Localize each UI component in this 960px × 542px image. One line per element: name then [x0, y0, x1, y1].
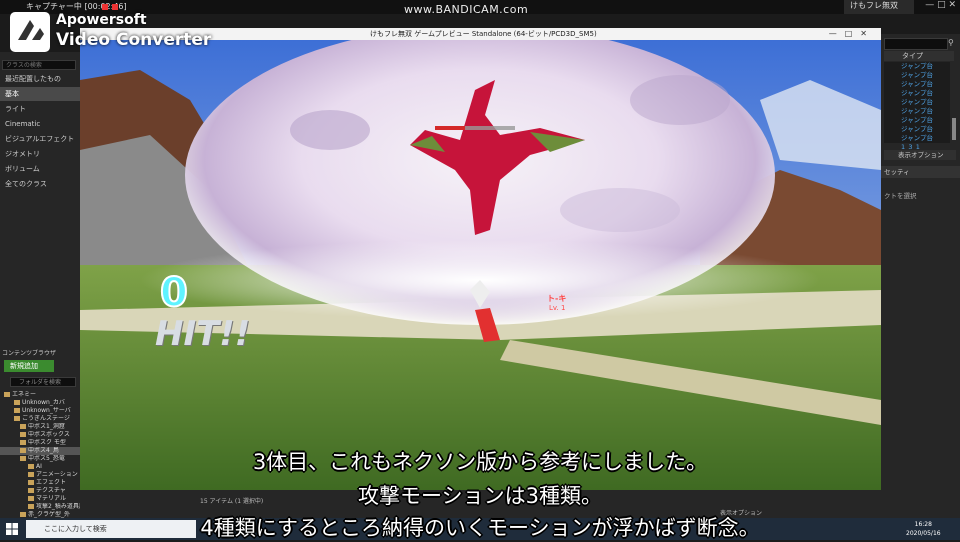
folder-icon	[20, 432, 26, 437]
enemy-name-label: ト-キ	[547, 294, 567, 303]
record-icon[interactable]	[102, 4, 108, 10]
details-hint: クトを選択	[884, 192, 917, 200]
place-item-lights[interactable]: ライト	[0, 102, 80, 116]
game-window-controls[interactable]: —□✕	[829, 28, 875, 40]
add-new-button[interactable]: 新規追加	[4, 360, 54, 372]
subtitle-line-3: 4種類にするところ納得のいくモーションが浮かばず断念。	[200, 516, 760, 540]
outliner-row[interactable]: ジャンプ台1_3_1	[884, 62, 950, 79]
place-item-volumes[interactable]: ボリューム	[0, 162, 80, 176]
place-item-all-classes[interactable]: 全てのクラス	[0, 177, 80, 191]
place-item-geometry[interactable]: ジオメトリ	[0, 147, 80, 161]
subtitle-line-1: 3体目、これもネクソン版から参考にしました。	[252, 450, 708, 474]
outliner-column-type[interactable]: タイプ	[884, 51, 954, 61]
editor-tab[interactable]: けもフレ無双	[844, 0, 914, 14]
outliner-row[interactable]: ジャンプ台1_3_1	[884, 71, 950, 88]
folder-icon	[14, 416, 20, 421]
outliner-row[interactable]: ジャンプ台1_3_1	[884, 125, 950, 142]
outliner-row[interactable]: ジャンプ台1_3_1	[884, 107, 950, 124]
folder-item[interactable]: エネミー	[0, 391, 84, 399]
folder-icon	[20, 440, 26, 445]
game-preview-window: けもフレ無双 ゲームプレビュー Standalone (64-ビット/PCD3D…	[80, 28, 881, 490]
outliner-row[interactable]: ジャンプ台1_3_1	[884, 80, 950, 97]
outliner-scrollbar[interactable]	[952, 118, 956, 140]
place-panel: クラスの検索 最近配置したもの 基本 ライト Cinematic ビジュアルエフ…	[0, 52, 80, 347]
place-item-visual-effects[interactable]: ビジュアルエフェクト	[0, 132, 80, 146]
folder-icon	[20, 424, 26, 429]
hit-count: 0	[159, 269, 189, 317]
game-viewport[interactable]: ト-キ Lv. 1	[80, 40, 881, 490]
enemy-level-label: Lv. 1	[549, 304, 566, 312]
bandicam-watermark: www.BANDICAM.com	[404, 3, 529, 16]
game-scene	[80, 40, 881, 490]
outliner-row[interactable]: ジャンプ台1_3_1	[884, 134, 950, 151]
outliner-search-input[interactable]	[884, 38, 948, 50]
folder-search-input[interactable]: フォルダを検索	[10, 377, 76, 387]
folder-icon	[14, 400, 20, 405]
details-tab[interactable]: セッティ	[880, 166, 960, 178]
class-search-input[interactable]: クラスの検索	[2, 60, 76, 70]
subtitle-line-2: 攻撃モーションは3種類。	[358, 484, 602, 508]
search-icon[interactable]: ⚲	[948, 38, 958, 48]
folder-icon	[4, 392, 10, 397]
hit-label: HIT!!	[155, 314, 251, 354]
game-window-title: けもフレ無双 ゲームプレビュー Standalone (64-ビット/PCD3D…	[370, 30, 597, 38]
outliner-row[interactable]: ジャンプ台1_3_1	[884, 89, 950, 106]
window-controls[interactable]: — □ ✕	[925, 0, 956, 10]
place-item-basic[interactable]: 基本	[0, 87, 80, 101]
place-item-recent[interactable]: 最近配置したもの	[0, 72, 80, 86]
outliner-row[interactable]: ジャンプ台1_3_1	[884, 116, 950, 133]
view-options-button[interactable]: 表示オプション	[884, 150, 956, 160]
apowersoft-logo	[10, 12, 50, 56]
stop-icon[interactable]	[112, 4, 118, 10]
outliner-row[interactable]: ジャンプ台1_3_1	[884, 98, 950, 115]
content-browser-tab[interactable]: コンテンツブラウザ	[2, 348, 56, 357]
watermark-line1: Apowersoft	[56, 12, 147, 28]
folder-icon	[14, 408, 20, 413]
place-item-cinematic[interactable]: Cinematic	[0, 117, 80, 131]
watermark-line2: Video Converter	[56, 30, 212, 50]
